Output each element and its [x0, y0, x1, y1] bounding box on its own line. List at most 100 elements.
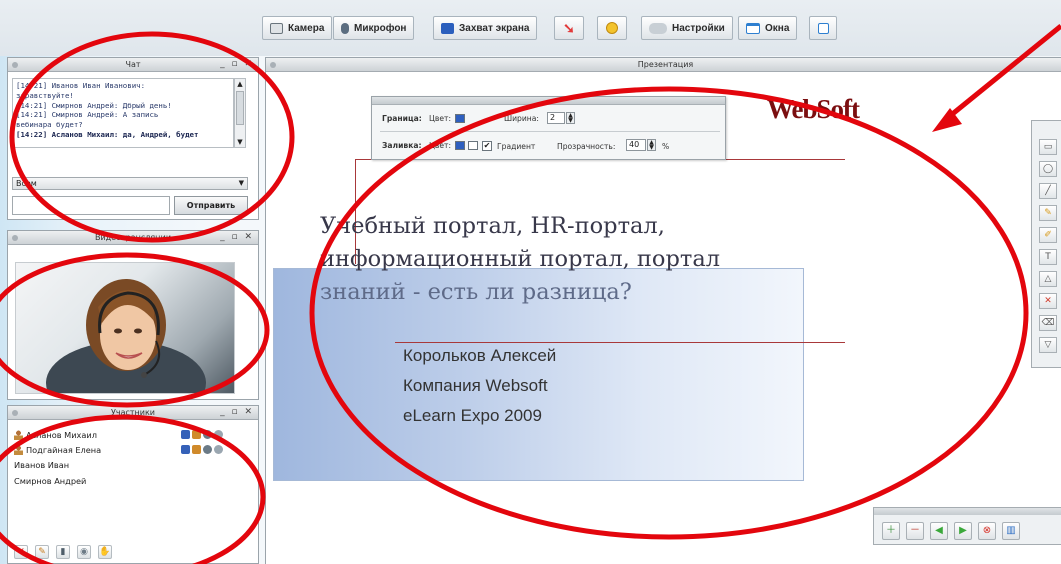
- participant-row[interactable]: Асланов Михаил: [14, 429, 97, 442]
- chat-message: здравствуйте!: [16, 90, 74, 100]
- chat-message: [14:21] Смирнов Андрей: А запись: [16, 110, 159, 120]
- pointer-button[interactable]: ➘: [554, 16, 584, 40]
- camera-icon[interactable]: ◉: [77, 545, 91, 559]
- chat-header[interactable]: Чат _ ▫ ✕: [8, 58, 258, 72]
- slides-view-icon[interactable]: ▥: [1002, 522, 1020, 540]
- smiley-button[interactable]: [597, 16, 627, 40]
- websoft-logo: WebSoft: [767, 94, 860, 124]
- screen-icon[interactable]: [181, 445, 190, 454]
- user-icon: [14, 430, 23, 440]
- properties-drag-bar[interactable]: [372, 97, 725, 105]
- camera-icon[interactable]: [214, 445, 223, 454]
- text-tool-icon[interactable]: T: [1039, 249, 1057, 265]
- video-stream[interactable]: [15, 262, 235, 394]
- participant-actions: [179, 430, 223, 441]
- width-stepper[interactable]: ▲ ▼: [566, 112, 575, 124]
- navigation-drag-bar[interactable]: [874, 508, 1061, 515]
- remove-icon[interactable]: ✕: [14, 545, 28, 559]
- pencil-icon[interactable]: [192, 430, 201, 439]
- camera-icon[interactable]: [214, 430, 223, 439]
- participant-row[interactable]: Смирнов Андрей: [14, 475, 86, 488]
- gradient-label: Градиент: [497, 142, 536, 151]
- participant-name: Смирнов Андрей: [14, 476, 87, 486]
- scroll-down-icon[interactable]: ▼: [236, 138, 244, 146]
- next-slide-icon[interactable]: ▶: [954, 522, 972, 540]
- layout-icon: [817, 22, 829, 34]
- chat-window-controls[interactable]: _ ▫ ✕: [220, 58, 254, 71]
- scroll-up-icon[interactable]: ▲: [236, 80, 244, 88]
- microphone-icon[interactable]: ▮: [56, 545, 70, 559]
- send-label: Отправить: [186, 201, 236, 210]
- panel-dot-icon: [12, 62, 18, 68]
- panel-dot-icon: [270, 62, 276, 68]
- chat-log[interactable]: [14:21] Иванов Иван Иванович: здравствуй…: [12, 78, 234, 148]
- windows-button[interactable]: Окна: [738, 16, 798, 40]
- ellipse-tool-icon[interactable]: ◯: [1039, 161, 1057, 177]
- presentation-title: Презентация: [637, 60, 694, 69]
- previous-slide-icon[interactable]: ◀: [930, 522, 948, 540]
- hand-icon[interactable]: ✋: [98, 545, 112, 559]
- eraser-tool-icon[interactable]: ⌫: [1039, 315, 1057, 331]
- participant-row[interactable]: Подгайная Елена: [14, 444, 101, 457]
- participants-window-controls[interactable]: _ ▫ ✕: [220, 406, 254, 419]
- chevron-down-icon: ▼: [238, 179, 244, 187]
- chat-scrollbar[interactable]: ▲ ▼: [234, 78, 246, 148]
- fill-color-swatch-2[interactable]: [468, 141, 478, 150]
- slide-event: eLearn Expo 2009: [403, 406, 542, 425]
- delete-tool-icon[interactable]: ✕: [1039, 293, 1057, 309]
- video-header[interactable]: Видеотрансляции _ ▫ ✕: [8, 231, 258, 245]
- slide-title-line: Учебный портал, HR-портал,: [320, 213, 665, 239]
- remove-slide-icon[interactable]: －: [906, 522, 924, 540]
- width-input[interactable]: 2: [547, 112, 565, 124]
- pointer-icon: ➘: [563, 20, 575, 36]
- presentation-header[interactable]: Презентация: [266, 58, 1061, 72]
- microphone-icon[interactable]: [203, 430, 212, 439]
- pencil-icon[interactable]: [192, 445, 201, 454]
- scroll-thumb[interactable]: [236, 91, 244, 125]
- camera-button[interactable]: Камера: [262, 16, 333, 40]
- opacity-stepper[interactable]: ▲ ▼: [647, 139, 656, 151]
- slide-title: Учебный портал, HR-портал, информационны…: [320, 210, 840, 309]
- border-label: Граница:: [382, 114, 422, 123]
- screen-icon[interactable]: [181, 430, 190, 439]
- participants-header[interactable]: Участники _ ▫ ✕: [8, 406, 258, 420]
- settings-icon: [649, 22, 667, 34]
- triangle-tool-icon[interactable]: △: [1039, 271, 1057, 287]
- fill-tool-icon[interactable]: ▽: [1039, 337, 1057, 353]
- pencil-icon[interactable]: ✎: [35, 545, 49, 559]
- video-window-controls[interactable]: _ ▫ ✕: [220, 231, 254, 244]
- slide-subtitle: Корольков Алексей Компания Websoft eLear…: [403, 341, 723, 431]
- line-tool-icon[interactable]: ╱: [1039, 183, 1057, 199]
- shape-properties-panel: Граница: Цвет: Ширина: 2 ▲ ▼ Заливка: Цве…: [371, 96, 726, 160]
- participant-row[interactable]: Иванов Иван: [14, 459, 69, 472]
- microphone-icon[interactable]: [203, 445, 212, 454]
- add-slide-icon[interactable]: ＋: [882, 522, 900, 540]
- participant-name: Подгайная Елена: [26, 445, 102, 455]
- settings-button[interactable]: Настройки: [641, 16, 733, 40]
- panel-dot-icon: [12, 410, 18, 416]
- send-button[interactable]: Отправить: [174, 196, 248, 215]
- chat-message: [14:22] Асланов Михаил: да, Андрей, буде…: [16, 129, 199, 139]
- microphone-icon: [341, 22, 349, 34]
- border-color-swatch[interactable]: [455, 114, 465, 123]
- recipient-select[interactable]: Всем ▼: [12, 177, 248, 190]
- rectangle-tool-icon[interactable]: ▭: [1039, 139, 1057, 155]
- close-presentation-icon[interactable]: ⊗: [978, 522, 996, 540]
- microphone-button[interactable]: Микрофон: [333, 16, 415, 40]
- panel-dot-icon: [12, 235, 18, 241]
- fill-color-swatch[interactable]: [455, 141, 465, 150]
- smiley-icon: [606, 22, 618, 34]
- message-input[interactable]: [12, 196, 170, 215]
- opacity-input[interactable]: 40: [626, 139, 646, 151]
- chat-message: [14:21] Иванов Иван Иванович:: [16, 81, 146, 90]
- windows-label: Окна: [765, 22, 790, 34]
- presenter-video-image: [46, 279, 206, 393]
- marker-tool-icon[interactable]: ✐: [1039, 227, 1057, 243]
- pencil-tool-icon[interactable]: ✎: [1039, 205, 1057, 221]
- camera-icon: [270, 22, 283, 34]
- drawing-toolbar: ▭ ◯ ╱ ✎ ✐ T △ ✕ ⌫ ▽: [1031, 120, 1061, 368]
- layout-button[interactable]: [809, 16, 837, 40]
- screen-capture-button[interactable]: Захват экрана: [433, 16, 538, 40]
- gradient-checkbox[interactable]: ✔: [482, 141, 492, 151]
- slide-navigation: ＋ － ◀ ▶ ⊗ ▥: [873, 507, 1061, 545]
